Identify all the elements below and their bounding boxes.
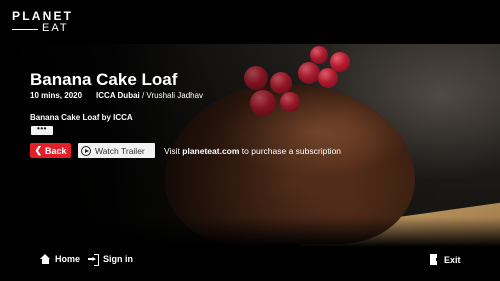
content-meta: 10 mins, 2020 ICCA Dubai / Vrushali Jadha… xyxy=(30,91,203,100)
watch-trailer-button[interactable]: Watch Trailer xyxy=(78,143,155,158)
back-button-label: Back xyxy=(45,145,67,156)
logo-line-1: PLANET xyxy=(12,9,74,23)
app-logo: PLANET EAT xyxy=(11,9,74,34)
content-title: Banana Cake Loaf xyxy=(30,70,178,89)
back-button[interactable]: ❮ Back xyxy=(30,143,71,158)
home-icon xyxy=(40,254,51,264)
nav-exit[interactable]: Exit xyxy=(430,254,461,265)
content-subtitle: Banana Cake Loaf by ICCA xyxy=(30,113,133,122)
more-info-button[interactable]: ••• xyxy=(31,125,53,135)
watch-trailer-label: Watch Trailer xyxy=(95,145,145,156)
duration-year: 10 mins, 2020 xyxy=(30,91,83,100)
chevron-left-icon: ❮ xyxy=(34,145,43,155)
author-name: Vrushali Jadhav xyxy=(146,91,204,100)
nav-sign-in-label: Sign in xyxy=(103,254,133,264)
subscribe-prefix: Visit xyxy=(164,146,183,156)
nav-exit-label: Exit xyxy=(444,254,461,265)
logo-line-2: EAT xyxy=(11,23,73,34)
nav-home-label: Home xyxy=(55,254,81,264)
subscribe-site: planeteat.com xyxy=(182,146,240,156)
play-icon xyxy=(81,145,91,156)
sign-in-icon xyxy=(88,254,99,266)
nav-home[interactable]: Home xyxy=(40,254,80,264)
nav-sign-in[interactable]: Sign in xyxy=(88,254,133,266)
provider-name: ICCA Dubai xyxy=(96,91,140,100)
subscription-message: Visit planeteat.com to purchase a subscr… xyxy=(164,146,341,156)
subscribe-suffix: to purchase a subscription xyxy=(239,146,342,156)
exit-icon xyxy=(430,254,440,265)
